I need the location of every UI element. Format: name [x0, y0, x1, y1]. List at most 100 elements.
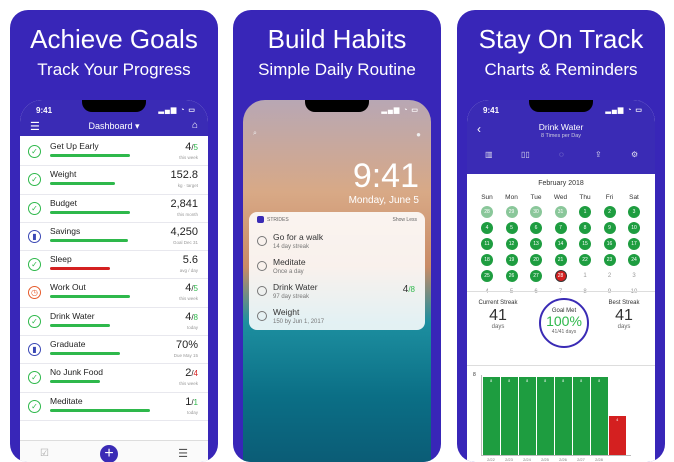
- calendar-day[interactable]: 18: [481, 254, 493, 266]
- panel-stay-on-track: Stay On Track Charts & Reminders 9:41 ▂▄…: [457, 10, 665, 462]
- calendar-day[interactable]: 31: [554, 206, 567, 218]
- check-icon[interactable]: ✓: [28, 399, 41, 413]
- habit-row[interactable]: ▮ Graduate 70% Due May 15: [20, 336, 208, 365]
- check-icon[interactable]: ✓: [28, 258, 41, 272]
- habit-row[interactable]: ✓ Drink Water 4/8 today: [20, 308, 208, 337]
- microphone-icon[interactable]: ●: [416, 130, 421, 139]
- widget-value-total: 8: [410, 285, 415, 294]
- habit-subtext: this month: [177, 211, 198, 217]
- check-icon[interactable]: ✓: [28, 145, 41, 158]
- calendar-day[interactable]: 7: [555, 286, 567, 298]
- show-less-link[interactable]: Show Less: [393, 217, 417, 223]
- tag-icon[interactable]: ⌂: [192, 120, 198, 131]
- list-tab-icon[interactable]: ☰: [178, 447, 188, 460]
- calendar-day[interactable]: 28: [481, 206, 493, 218]
- calendar-day[interactable]: 21: [554, 254, 567, 266]
- calendar-day[interactable]: 9: [603, 222, 616, 234]
- calendar-day[interactable]: 23: [603, 254, 616, 266]
- calendar-day[interactable]: 26: [505, 270, 518, 282]
- search-icon[interactable]: ⌕: [253, 130, 257, 138]
- calendar-day[interactable]: 9: [604, 286, 616, 298]
- share-icon[interactable]: ⇪: [595, 150, 602, 159]
- calendar-day[interactable]: 1: [579, 206, 591, 218]
- calendar-day[interactable]: 8: [579, 286, 591, 298]
- calendar-day[interactable]: 13: [530, 238, 542, 250]
- calendar-day[interactable]: 3: [628, 206, 640, 218]
- chart-bar: 8: [573, 377, 590, 455]
- check-icon[interactable]: ✓: [28, 314, 41, 328]
- habit-row[interactable]: ✓ No Junk Food 2/4 this week: [20, 364, 208, 393]
- calendar-day[interactable]: 20: [530, 254, 542, 266]
- strides-widget[interactable]: STRIDES Show Less Go for a walk 14 day st…: [249, 212, 425, 330]
- bar-value-label: 4: [616, 418, 619, 422]
- calendar-day[interactable]: 7: [554, 222, 567, 234]
- checkbox-circle-icon[interactable]: [257, 261, 267, 271]
- habit-name: No Junk Food: [50, 367, 103, 378]
- divider: [467, 365, 655, 366]
- checkbox-circle-icon[interactable]: [257, 311, 267, 321]
- gear-icon[interactable]: ⚙: [631, 150, 638, 159]
- calendar-day[interactable]: 17: [628, 238, 640, 250]
- calendar-day[interactable]: 12: [505, 238, 518, 250]
- calendar-day[interactable]: 10: [628, 286, 640, 298]
- widget-habit-row[interactable]: Weight 150 by Jun 1, 2017: [257, 305, 417, 330]
- checkbox-circle-icon[interactable]: [257, 236, 267, 246]
- calendar-day[interactable]: 22: [579, 254, 591, 266]
- calendar-day[interactable]: 15: [579, 238, 591, 250]
- dashboard-dropdown[interactable]: Dashboard ▾: [20, 121, 208, 132]
- calendar-day[interactable]: 8: [579, 222, 591, 234]
- checklist-tab-icon[interactable]: ☑: [40, 448, 49, 459]
- divider: [467, 291, 655, 292]
- comment-icon[interactable]: ◌: [559, 150, 564, 159]
- calendar-day[interactable]: 4: [481, 286, 493, 298]
- widget-habit-row[interactable]: Go for a walk 14 day streak: [257, 230, 417, 256]
- calendar-day[interactable]: 2: [604, 270, 616, 282]
- add-button[interactable]: +: [100, 445, 118, 462]
- widget-habit-row[interactable]: Meditate Once a day: [257, 255, 417, 281]
- habit-row[interactable]: ◷ Work Out 4/5 this week: [20, 279, 208, 308]
- calendar-day[interactable]: 6: [530, 222, 542, 234]
- habit-row[interactable]: ✓ Get Up Early 4/5 this week: [20, 138, 208, 167]
- calendar-day[interactable]: 28: [554, 270, 567, 282]
- calendar-day[interactable]: 1: [579, 270, 591, 282]
- alarm-icon[interactable]: ◷: [28, 286, 41, 300]
- calendar-day[interactable]: 4: [481, 222, 493, 234]
- calendar-day[interactable]: 6: [530, 286, 542, 298]
- check-icon[interactable]: ✓: [28, 371, 41, 385]
- habit-value: 4/8: [185, 311, 198, 323]
- habit-name: Sleep: [50, 254, 72, 265]
- habit-row[interactable]: ✓ Weight 152.8 kg · target: [20, 166, 208, 195]
- chart-icon[interactable]: ▮: [28, 343, 41, 357]
- calendar-day[interactable]: 30: [530, 206, 542, 218]
- calendar-day[interactable]: 5: [505, 222, 518, 234]
- habit-value: 70%: [176, 339, 198, 351]
- calendar-day[interactable]: 24: [628, 254, 640, 266]
- calendar-day[interactable]: 5: [506, 286, 518, 298]
- check-icon[interactable]: ✓: [28, 201, 41, 215]
- calendar-day[interactable]: 2: [603, 206, 616, 218]
- calendar-day[interactable]: 19: [505, 254, 518, 266]
- calendar-weekdays: Sun Mon Tue Wed Thu Fri Sat: [475, 194, 647, 204]
- best-streak: Best Streak 41 days: [601, 300, 647, 330]
- widget-habit-row[interactable]: Drink Water 97 day streak 4/8: [257, 280, 417, 306]
- habit-row[interactable]: ✓ Sleep 5.6 avg / day: [20, 251, 208, 280]
- calendar-day[interactable]: 16: [603, 238, 616, 250]
- checkbox-circle-icon[interactable]: [257, 286, 267, 296]
- calendar-day[interactable]: 25: [481, 270, 493, 282]
- chart-icon[interactable]: ▮: [28, 229, 41, 243]
- widget-habit-name: Weight: [273, 307, 300, 317]
- habit-row[interactable]: ✓ Meditate 1/1 today: [20, 393, 208, 421]
- check-icon[interactable]: ✓: [28, 173, 41, 187]
- habit-row[interactable]: ▮ Savings 4,250 Goal Dec 31: [20, 223, 208, 252]
- calendar-day[interactable]: 29: [505, 206, 518, 218]
- calendar-day[interactable]: 10: [628, 222, 640, 234]
- habit-row[interactable]: ✓ Budget 2,841 this month: [20, 195, 208, 223]
- chart-icon[interactable]: ▥: [485, 150, 493, 159]
- book-icon[interactable]: ▯▯: [521, 150, 530, 159]
- calendar-day[interactable]: 3: [628, 270, 640, 282]
- x-tick-label: 2/27: [577, 457, 585, 462]
- habit-value: 4/5: [185, 141, 198, 153]
- calendar-day[interactable]: 14: [554, 238, 567, 250]
- calendar-day[interactable]: 11: [481, 238, 493, 250]
- calendar-day[interactable]: 27: [530, 270, 542, 282]
